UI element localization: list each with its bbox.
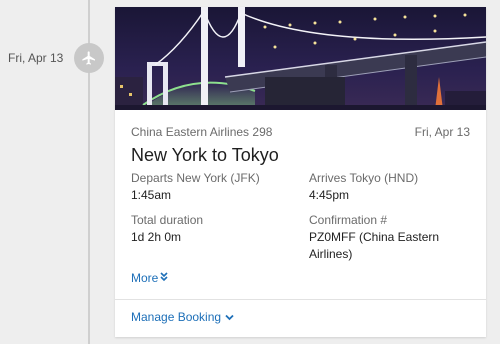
airline-flight-number: China Eastern Airlines 298 (131, 125, 273, 139)
divider (115, 299, 486, 300)
flight-date: Fri, Apr 13 (414, 125, 470, 139)
duration-label: Total duration (131, 213, 204, 227)
more-label: More (131, 271, 159, 285)
flight-card: China Eastern Airlines 298 Fri, Apr 13 N… (115, 7, 486, 337)
chevron-down-icon (225, 310, 234, 324)
manage-booking-label: Manage Booking (131, 310, 222, 324)
departs-time: 1:45am (131, 188, 172, 202)
more-link[interactable]: More (131, 271, 168, 285)
airplane-icon (74, 43, 104, 73)
arrives-time: 4:45pm (309, 188, 350, 202)
timeline-date: Fri, Apr 13 (8, 51, 64, 65)
route-title: New York to Tokyo (131, 145, 279, 165)
arrives-label: Arrives Tokyo (HND) (309, 171, 419, 185)
confirmation-label: Confirmation # (309, 213, 388, 227)
departs-label: Departs New York (JFK) (131, 171, 260, 185)
double-chevron-down-icon (160, 271, 168, 285)
destination-image (115, 7, 486, 110)
manage-booking-button[interactable]: Manage Booking (131, 310, 234, 324)
duration-value: 1d 2h 0m (131, 230, 182, 244)
confirmation-value: PZ0MFF (China Eastern Airlines) (309, 230, 440, 261)
